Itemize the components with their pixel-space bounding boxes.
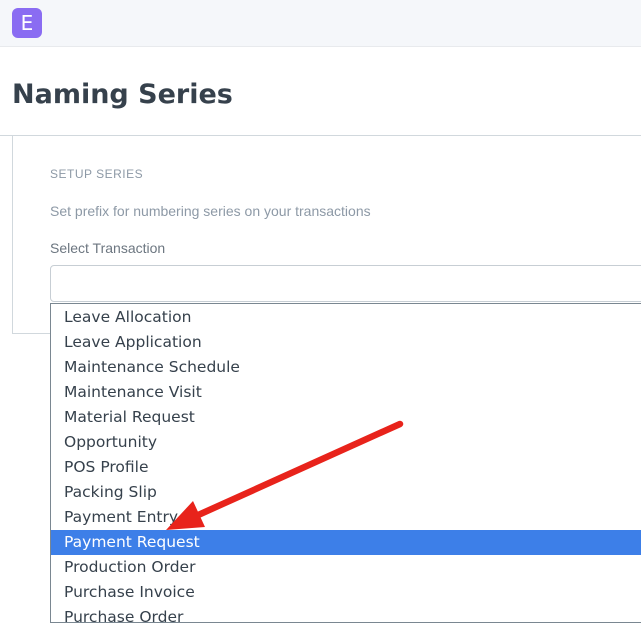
select-transaction-label: Select Transaction <box>50 240 166 256</box>
dropdown-option[interactable]: Maintenance Schedule <box>51 355 641 380</box>
page-header: Naming Series <box>0 47 641 136</box>
select-transaction-field[interactable] <box>50 265 641 302</box>
dropdown-option[interactable]: Packing Slip <box>51 480 641 505</box>
dropdown-option[interactable]: Payment Request <box>51 530 641 555</box>
dropdown-option[interactable]: Maintenance Visit <box>51 380 641 405</box>
dropdown-option[interactable]: Leave Application <box>51 330 641 355</box>
top-navbar: E <box>0 0 641 47</box>
section-heading: SETUP SERIES <box>50 167 144 181</box>
dropdown-option[interactable]: Opportunity <box>51 430 641 455</box>
dropdown-option[interactable]: Payment Entry <box>51 505 641 530</box>
app-logo-icon[interactable]: E <box>12 8 42 38</box>
transaction-dropdown-list[interactable]: Leave Allocation Leave Application Mainten… <box>50 303 641 623</box>
left-divider <box>12 136 13 334</box>
dropdown-option[interactable]: Purchase Invoice <box>51 580 641 605</box>
dropdown-option[interactable]: Leave Allocation <box>51 305 641 330</box>
left-divider-bottom <box>12 333 50 334</box>
section-description: Set prefix for numbering series on your … <box>50 203 371 219</box>
dropdown-option[interactable]: POS Profile <box>51 455 641 480</box>
dropdown-option[interactable]: Production Order <box>51 555 641 580</box>
dropdown-option[interactable]: Material Request <box>51 405 641 430</box>
dropdown-option[interactable]: Purchase Order <box>51 605 641 622</box>
page-title: Naming Series <box>12 79 233 110</box>
